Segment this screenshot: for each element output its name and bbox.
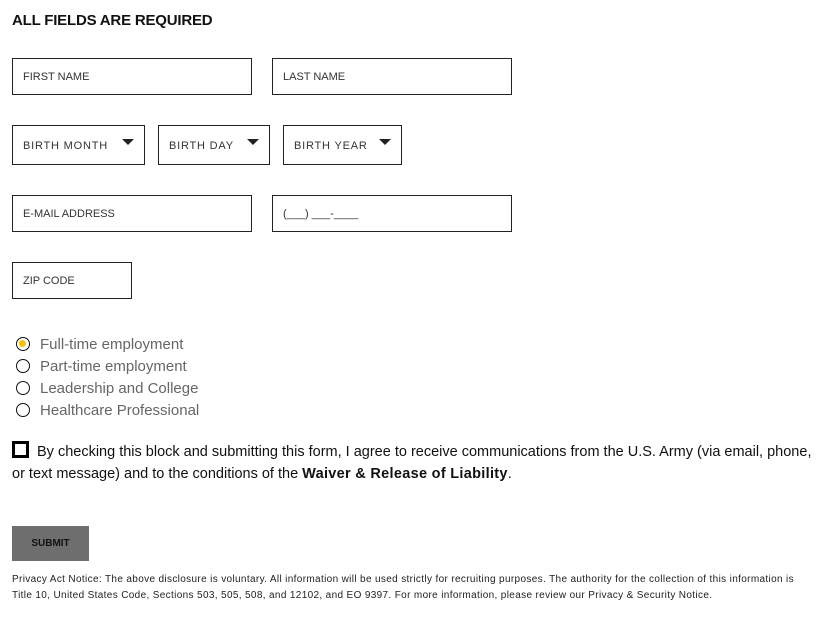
privacy-notice: Privacy Act Notice: The above disclosure… (12, 572, 812, 604)
radio-option-full-time[interactable]: Full-time employment (16, 333, 199, 355)
radio-option-leadership-college[interactable]: Leadership and College (16, 377, 199, 399)
radio-label: Healthcare Professional (40, 401, 200, 419)
first-name-input[interactable] (13, 59, 251, 94)
radio-button[interactable] (16, 381, 30, 395)
radio-option-healthcare[interactable]: Healthcare Professional (16, 399, 199, 421)
email-field[interactable] (12, 195, 252, 232)
privacy-suffix: . (709, 590, 713, 601)
submit-button[interactable]: SUBMIT (12, 526, 89, 561)
birth-year-label: BIRTH YEAR (294, 140, 368, 152)
phone-field[interactable] (272, 195, 512, 232)
radio-label: Full-time employment (40, 335, 184, 353)
radio-button[interactable] (16, 359, 30, 373)
waiver-link[interactable]: Waiver & Release of Liability (302, 466, 508, 482)
birth-year-select[interactable]: BIRTH YEAR (283, 125, 402, 165)
privacy-security-link[interactable]: Privacy & Security Notice (588, 590, 709, 601)
radio-button-checked[interactable] (16, 337, 30, 351)
first-name-field[interactable] (12, 58, 252, 95)
radio-option-part-time[interactable]: Part-time employment (16, 355, 199, 377)
last-name-field[interactable] (272, 58, 512, 95)
consent-suffix: . (507, 466, 512, 482)
zip-code-input[interactable] (13, 263, 131, 298)
birth-day-label: BIRTH DAY (169, 140, 234, 152)
form-heading: ALL FIELDS ARE REQUIRED (12, 12, 213, 29)
employment-radio-group: Full-time employment Part-time employmen… (16, 333, 199, 421)
zip-code-field[interactable] (12, 262, 132, 299)
phone-input[interactable] (273, 196, 511, 231)
radio-label: Part-time employment (40, 357, 187, 375)
radio-label: Leadership and College (40, 379, 199, 397)
birth-month-label: BIRTH MONTH (23, 140, 108, 152)
consent-block: By checking this block and submitting th… (12, 441, 824, 485)
radio-button[interactable] (16, 403, 30, 417)
caret-down-icon (379, 139, 391, 145)
caret-down-icon (122, 139, 134, 145)
birth-day-select[interactable]: BIRTH DAY (158, 125, 270, 165)
email-input[interactable] (13, 196, 251, 231)
birth-month-select[interactable]: BIRTH MONTH (12, 125, 145, 165)
last-name-input[interactable] (273, 59, 511, 94)
consent-checkbox[interactable] (12, 441, 29, 458)
caret-down-icon (247, 139, 259, 145)
